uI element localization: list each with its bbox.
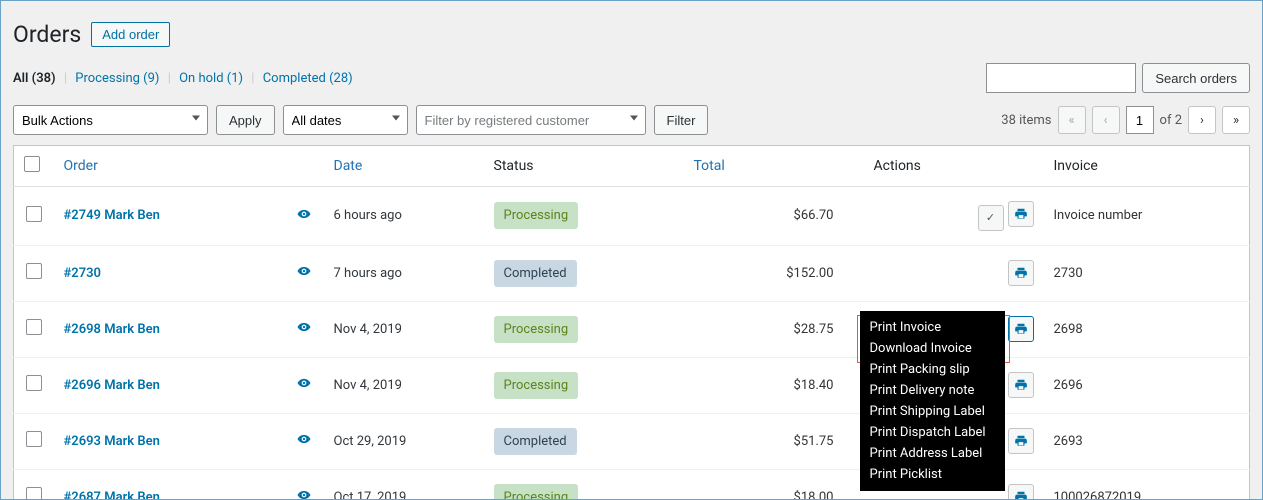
col-status: Status bbox=[484, 146, 684, 187]
filter-button[interactable]: Filter bbox=[654, 105, 709, 135]
status-filter-bar: All (38) | Processing (9) | On hold (1) … bbox=[13, 71, 353, 86]
col-actions: Actions bbox=[864, 146, 1044, 187]
order-link[interactable]: #2693 Mark Ben bbox=[64, 434, 160, 449]
dropdown-item[interactable]: Print Packing slip bbox=[860, 359, 1005, 380]
order-date: Oct 17, 2019 bbox=[324, 469, 484, 500]
print-action-button[interactable] bbox=[1008, 201, 1034, 227]
order-date: Oct 29, 2019 bbox=[324, 413, 484, 469]
paging-next[interactable]: › bbox=[1188, 106, 1216, 134]
order-total: $18.00 bbox=[684, 469, 864, 500]
order-total: $28.75 bbox=[684, 301, 864, 357]
table-row: #2693 Mark Ben Oct 29, 2019 Completed $51.7… bbox=[14, 413, 1250, 469]
row-checkbox[interactable] bbox=[26, 375, 42, 391]
invoice-number: 2698 bbox=[1044, 301, 1250, 357]
col-invoice: Invoice bbox=[1044, 146, 1250, 187]
preview-icon[interactable] bbox=[294, 267, 314, 282]
invoice-number: 2696 bbox=[1044, 357, 1250, 413]
row-checkbox[interactable] bbox=[26, 319, 42, 335]
filter-completed[interactable]: Completed (28) bbox=[263, 71, 353, 86]
filter-all[interactable]: All (38) bbox=[13, 71, 56, 86]
print-action-button[interactable] bbox=[1008, 484, 1034, 500]
order-link[interactable]: #2696 Mark Ben bbox=[64, 378, 160, 393]
bulk-actions-select[interactable]: Bulk Actions bbox=[13, 105, 208, 135]
order-total: $66.70 bbox=[684, 187, 864, 246]
table-row: #2687 Mark Ben Oct 17, 2019 Processing $18.… bbox=[14, 469, 1250, 500]
add-order-button[interactable]: Add order bbox=[91, 22, 170, 47]
search-button[interactable]: Search orders bbox=[1142, 63, 1250, 93]
page-title: Orders bbox=[13, 21, 81, 48]
dropdown-item[interactable]: Print Delivery note bbox=[860, 380, 1005, 401]
print-action-button[interactable] bbox=[1008, 316, 1034, 342]
dropdown-item[interactable]: Print Shipping Label bbox=[860, 401, 1005, 422]
order-link[interactable]: #2749 Mark Ben bbox=[64, 208, 160, 223]
paging-current-input[interactable] bbox=[1126, 106, 1154, 134]
paging-last[interactable]: » bbox=[1222, 106, 1250, 134]
invoice-number: 2730 bbox=[1044, 245, 1250, 301]
order-date: 6 hours ago bbox=[324, 187, 484, 246]
order-link[interactable]: #2730 bbox=[64, 266, 101, 281]
status-badge: Processing bbox=[494, 484, 579, 500]
preview-icon[interactable] bbox=[294, 491, 314, 500]
dropdown-item[interactable]: Print Address Label bbox=[860, 443, 1005, 464]
paging-first[interactable]: « bbox=[1058, 106, 1086, 134]
order-date: Nov 4, 2019 bbox=[324, 301, 484, 357]
row-checkbox[interactable] bbox=[26, 487, 42, 500]
table-row: #2698 Mark Ben Nov 4, 2019 Processing $28.7… bbox=[14, 301, 1250, 357]
table-row: #2696 Mark Ben Nov 4, 2019 Processing $18.4… bbox=[14, 357, 1250, 413]
col-order[interactable]: Order bbox=[64, 158, 98, 174]
complete-action-button[interactable] bbox=[978, 205, 1004, 231]
order-date: Nov 4, 2019 bbox=[324, 357, 484, 413]
customer-filter-select[interactable]: Filter by registered customer bbox=[416, 105, 646, 135]
col-total[interactable]: Total bbox=[694, 158, 725, 174]
invoice-number: 2693 bbox=[1044, 413, 1250, 469]
select-all-checkbox[interactable] bbox=[24, 156, 40, 172]
col-date[interactable]: Date bbox=[334, 158, 363, 174]
order-total: $18.40 bbox=[684, 357, 864, 413]
invoice-number: 100026872019 bbox=[1044, 469, 1250, 500]
paging-items-count: 38 items bbox=[1001, 113, 1051, 128]
row-checkbox[interactable] bbox=[26, 206, 42, 222]
dates-select[interactable]: All dates bbox=[283, 105, 408, 135]
print-action-button[interactable] bbox=[1008, 260, 1034, 286]
dropdown-item[interactable]: Print Dispatch Label bbox=[860, 422, 1005, 443]
table-row: #2749 Mark Ben 6 hours ago Processing $66.7… bbox=[14, 187, 1250, 246]
paging-of-total: of 2 bbox=[1160, 113, 1182, 128]
filter-processing[interactable]: Processing (9) bbox=[75, 71, 159, 86]
preview-icon[interactable] bbox=[294, 210, 314, 225]
preview-icon[interactable] bbox=[294, 323, 314, 338]
order-total: $51.75 bbox=[684, 413, 864, 469]
print-dropdown-menu: Print InvoiceDownload InvoicePrint Packi… bbox=[860, 311, 1005, 491]
status-badge: Completed bbox=[494, 428, 577, 455]
apply-button[interactable]: Apply bbox=[216, 105, 275, 135]
row-checkbox[interactable] bbox=[26, 431, 42, 447]
row-checkbox[interactable] bbox=[26, 263, 42, 279]
order-link[interactable]: #2698 Mark Ben bbox=[64, 322, 160, 337]
preview-icon[interactable] bbox=[294, 435, 314, 450]
order-total: $152.00 bbox=[684, 245, 864, 301]
invoice-number: Invoice number bbox=[1044, 187, 1250, 246]
paging-prev[interactable]: ‹ bbox=[1092, 106, 1120, 134]
print-action-button[interactable] bbox=[1008, 428, 1034, 454]
search-input[interactable] bbox=[986, 63, 1136, 93]
dropdown-item[interactable]: Print Invoice bbox=[860, 317, 1005, 338]
preview-icon[interactable] bbox=[294, 379, 314, 394]
status-badge: Processing bbox=[494, 202, 579, 229]
dropdown-item[interactable]: Download Invoice bbox=[860, 338, 1005, 359]
order-date: 7 hours ago bbox=[324, 245, 484, 301]
filter-onhold[interactable]: On hold (1) bbox=[179, 71, 243, 86]
print-action-button[interactable] bbox=[1008, 372, 1034, 398]
status-badge: Processing bbox=[494, 372, 579, 399]
status-badge: Processing bbox=[494, 316, 579, 343]
orders-table: Order Date Status Total Actions Invoice … bbox=[13, 145, 1250, 500]
order-link[interactable]: #2687 Mark Ben bbox=[64, 490, 160, 500]
status-badge: Completed bbox=[494, 260, 577, 287]
dropdown-item[interactable]: Print Picklist bbox=[860, 464, 1005, 485]
table-row: #2730 7 hours ago Completed $152.00 2730 bbox=[14, 245, 1250, 301]
